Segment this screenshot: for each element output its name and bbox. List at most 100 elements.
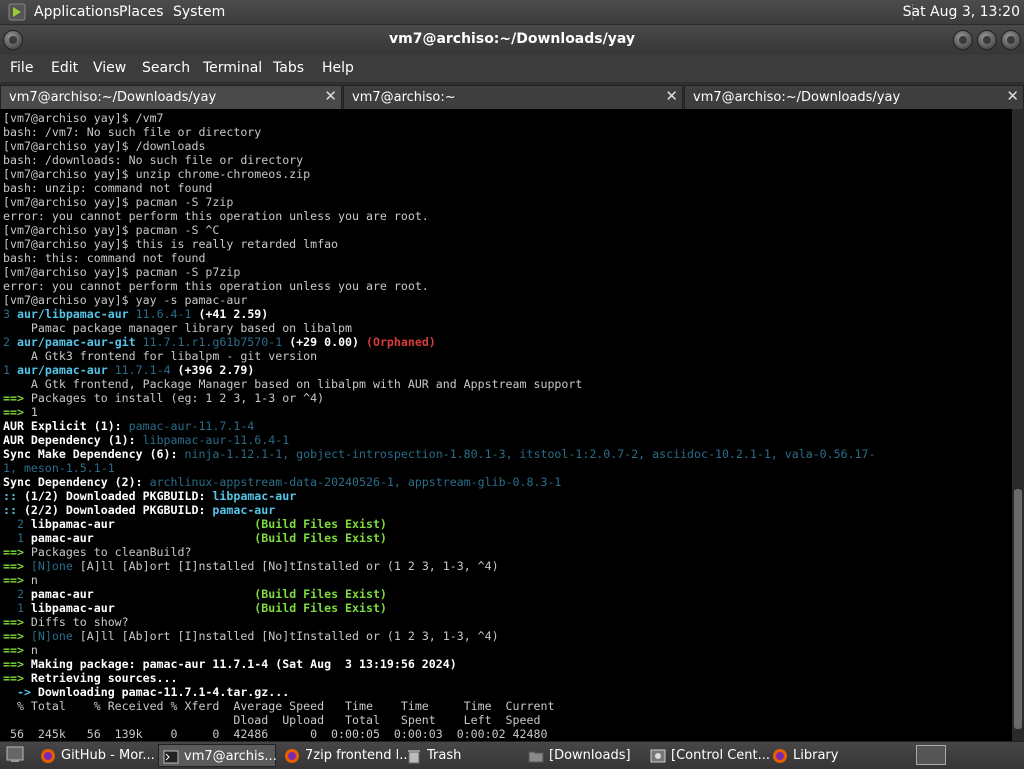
terminal-text: aur/pamac-aur xyxy=(16,363,115,377)
terminal-text: 11.7.1.r1.g61b7570-1 xyxy=(142,335,290,349)
terminal-line: [vm7@archiso yay]$ this is really retard… xyxy=(3,237,876,251)
task-control-center[interactable]: [Control Cent... xyxy=(646,744,770,767)
terminal-text: AUR Explicit (1): xyxy=(3,419,129,433)
terminal-text: [N]one xyxy=(30,559,80,573)
terminal-line: error: you cannot perform this operation… xyxy=(3,279,876,293)
terminal-text: 11.6.4-1 xyxy=(135,307,199,321)
show-desktop-icon[interactable] xyxy=(6,746,24,763)
terminal-text: pamac-aur-11.7.1-4 xyxy=(128,419,255,433)
terminal-text: % Total % Received % Xferd Average Speed… xyxy=(3,699,555,713)
terminal-text: bash: this: command not found xyxy=(3,251,206,265)
task-label: GitHub - Mor... xyxy=(61,748,155,763)
control-center-icon xyxy=(650,748,666,764)
terminal-text: error: you cannot perform this operation… xyxy=(3,209,429,223)
terminal-text: Pamac package manager library based on l… xyxy=(3,321,353,335)
tab-home[interactable]: vm7@archiso:~ ✕ xyxy=(343,85,683,109)
terminal-text: pamac-aur xyxy=(212,503,276,517)
places-menu[interactable]: Places xyxy=(119,4,164,20)
task-terminal[interactable]: vm7@archis... xyxy=(158,744,277,767)
system-menu[interactable]: System xyxy=(173,4,225,20)
gnome-foot-icon[interactable] xyxy=(8,3,26,21)
tab-yay-1[interactable]: vm7@archiso:~/Downloads/yay ✕ xyxy=(0,85,342,109)
close-icon[interactable]: ✕ xyxy=(1006,87,1019,105)
menu-help[interactable]: Help xyxy=(322,60,354,76)
terminal-text: (2/2) Downloaded PKGBUILD: xyxy=(23,503,213,517)
terminal-text: [vm7@archiso yay]$ yay -s pamac-aur xyxy=(3,293,248,307)
terminal-line: bash: this: command not found xyxy=(3,251,876,265)
terminal-text: 2 xyxy=(3,335,17,349)
maximize-button[interactable] xyxy=(977,30,997,50)
tab-yay-2[interactable]: vm7@archiso:~/Downloads/yay ✕ xyxy=(684,85,1024,109)
terminal-scrollbar[interactable] xyxy=(1012,109,1024,741)
terminal-text: [vm7@archiso yay]$ pacman -S p7zip xyxy=(3,265,241,279)
tab-bar: vm7@archiso:~/Downloads/yay ✕ vm7@archis… xyxy=(0,82,1024,109)
task-label: [Downloads] xyxy=(549,748,631,763)
terminal-text: Retrieving sources... xyxy=(30,671,178,685)
terminal-line: bash: /vm7: No such file or directory xyxy=(3,125,876,139)
menu-edit[interactable]: Edit xyxy=(51,60,78,76)
terminal-line: [vm7@archiso yay]$ pacman -S ^C xyxy=(3,223,876,237)
task-7zip-frontend[interactable]: 7zip frontend l... xyxy=(280,744,412,767)
terminal-line: [vm7@archiso yay]$ pacman -S 7zip xyxy=(3,195,876,209)
terminal-line: % Total % Received % Xferd Average Speed… xyxy=(3,699,876,713)
clock[interactable]: Sat Aug 3, 13:20 xyxy=(903,4,1020,20)
terminal-text: 56 245k 56 139k 0 0 42486 0 0:00:05 0:00… xyxy=(3,727,548,741)
task-github[interactable]: GitHub - Mor... xyxy=(36,744,155,767)
tab-label: vm7@archiso:~ xyxy=(352,90,456,105)
terminal-line: A Gtk frontend, Package Manager based on… xyxy=(3,377,876,391)
terminal-text: 2 xyxy=(3,587,31,601)
terminal-line: Dload Upload Total Spent Left Speed xyxy=(3,713,876,727)
firefox-icon xyxy=(40,748,56,764)
terminal-text: [N]one xyxy=(30,629,80,643)
terminal-line: 1 libpamac-aur (Build Files Exist) xyxy=(3,601,876,615)
terminal-line: ==> Retrieving sources... xyxy=(3,671,876,685)
minimize-button[interactable] xyxy=(953,30,973,50)
task-library[interactable]: Library xyxy=(768,744,886,767)
terminal-text: A Gtk frontend, Package Manager based on… xyxy=(3,377,583,391)
menu-tabs[interactable]: Tabs xyxy=(273,60,304,76)
task-downloads[interactable]: [Downloads] xyxy=(524,744,642,767)
applications-menu[interactable]: Applications xyxy=(34,4,120,20)
close-icon[interactable]: ✕ xyxy=(665,87,678,105)
terminal-text: [vm7@archiso yay]$ /downloads xyxy=(3,139,206,153)
terminal-text: ==> xyxy=(3,615,31,629)
window-titlebar[interactable]: vm7@archiso:~/Downloads/yay xyxy=(0,25,1024,54)
terminal-output: [vm7@archiso yay]$ /vm7 bash: /vm7: No su… xyxy=(3,111,876,741)
terminal-text: [vm7@archiso yay]$ this is really retard… xyxy=(3,237,339,251)
terminal-text: libpamac-aur xyxy=(30,517,255,531)
terminal-line: ==> [N]one [A]ll [Ab]ort [I]nstalled [No… xyxy=(3,559,876,573)
tab-label: vm7@archiso:~/Downloads/yay xyxy=(9,90,217,105)
menu-search[interactable]: Search xyxy=(142,60,190,76)
menu-terminal[interactable]: Terminal xyxy=(203,60,262,76)
terminal-text: ==> xyxy=(3,671,31,685)
terminal-text: (+41 2.59) xyxy=(198,307,269,321)
close-window-button[interactable] xyxy=(1001,30,1021,50)
menu-file[interactable]: File xyxy=(10,60,33,76)
terminal-text: [vm7@archiso yay]$ pacman -S 7zip xyxy=(3,195,234,209)
terminal-text: 1 xyxy=(30,405,38,419)
menu-view[interactable]: View xyxy=(93,60,126,76)
terminal-text: ==> xyxy=(3,405,31,419)
terminal-line: Pamac package manager library based on l… xyxy=(3,321,876,335)
terminal-text: 11.7.1-4 xyxy=(114,363,178,377)
terminal-line: Sync Make Dependency (6): ninja-1.12.1-1… xyxy=(3,447,876,461)
close-icon[interactable]: ✕ xyxy=(324,87,337,105)
terminal-view[interactable]: [vm7@archiso yay]$ /vm7 bash: /vm7: No su… xyxy=(0,109,1012,741)
workspace-switcher[interactable] xyxy=(916,745,946,765)
terminal-text: [vm7@archiso yay]$ unzip chrome-chromeos… xyxy=(3,167,311,181)
terminal-text: error: you cannot perform this operation… xyxy=(3,279,429,293)
terminal-text: ==> xyxy=(3,545,31,559)
terminal-text: [vm7@archiso yay]$ /vm7 xyxy=(3,111,164,125)
task-trash[interactable]: Trash xyxy=(402,744,520,767)
terminal-text: Sync Make Dependency (6): xyxy=(3,447,185,461)
terminal-text: Diffs to show? xyxy=(30,615,129,629)
scrollbar-thumb[interactable] xyxy=(1014,489,1022,729)
terminal-line: bash: unzip: command not found xyxy=(3,181,876,195)
terminal-text: :: xyxy=(3,489,24,503)
terminal-line: ==> Packages to cleanBuild? xyxy=(3,545,876,559)
terminal-line: ==> Making package: pamac-aur 11.7.1-4 (… xyxy=(3,657,876,671)
task-label: vm7@archis... xyxy=(184,749,277,764)
terminal-text: libpamac-aur-11.6.4-1 xyxy=(142,433,290,447)
terminal-text: aur/libpamac-aur xyxy=(16,307,136,321)
terminal-line: AUR Dependency (1): libpamac-aur-11.6.4-… xyxy=(3,433,876,447)
